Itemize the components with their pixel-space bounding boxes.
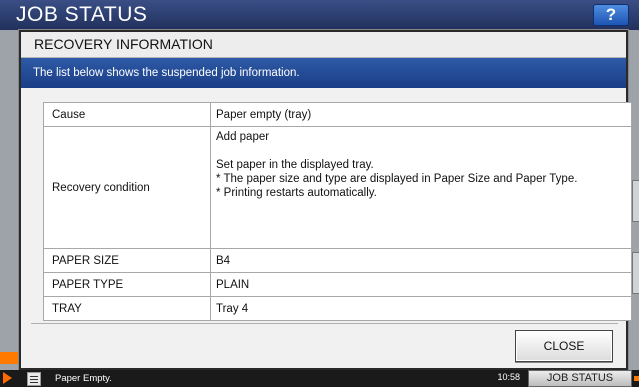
paper-size-value: B4	[210, 248, 632, 273]
side-scroll-tab-down[interactable]	[632, 252, 639, 294]
recovery-info-table: Cause Paper empty (tray) Recovery condit…	[43, 102, 632, 321]
recovery-line-note-restart: * Printing restarts automatically.	[216, 187, 377, 199]
close-button[interactable]: CLOSE	[515, 330, 613, 362]
status-bar: Paper Empty. 10:58 JOB STATUS	[0, 370, 639, 387]
paper-size-label: PAPER SIZE	[43, 248, 211, 273]
screen-title: JOB STATUS	[16, 3, 148, 26]
recovery-line-set-paper: Set paper in the displayed tray.	[216, 159, 374, 171]
tray-label: TRAY	[43, 296, 211, 321]
play-arrow-icon	[3, 372, 12, 384]
cause-value: Paper empty (tray)	[210, 102, 632, 127]
paper-type-value: PLAIN	[210, 272, 632, 297]
status-indicator-dot	[634, 376, 639, 381]
dialog-divider	[31, 323, 618, 324]
paper-type-label: PAPER TYPE	[43, 272, 211, 297]
side-scroll-tab-up[interactable]	[632, 180, 639, 222]
screen-header: JOB STATUS ?	[0, 0, 639, 30]
status-message: Paper Empty.	[55, 373, 112, 384]
dialog-title: RECOVERY INFORMATION	[21, 32, 626, 58]
status-time: 10:58	[497, 372, 520, 382]
table-row-cause: Cause Paper empty (tray)	[43, 102, 632, 127]
recovery-line-add-paper: Add paper	[216, 131, 270, 143]
recovery-condition-label: Recovery condition	[43, 126, 211, 249]
table-row-recovery-condition: Recovery condition Add paper Set paper i…	[43, 126, 632, 249]
table-row-paper-type: PAPER TYPE PLAIN	[43, 272, 632, 297]
table-row-paper-size: PAPER SIZE B4	[43, 248, 632, 273]
recovery-condition-value: Add paper Set paper in the displayed tra…	[210, 126, 632, 249]
status-indicator-strip	[0, 352, 18, 364]
table-row-tray: TRAY Tray 4	[43, 296, 632, 321]
recovery-information-dialog: RECOVERY INFORMATION The list below show…	[19, 30, 632, 370]
recovery-line-note-size-type: * The paper size and type are displayed …	[216, 173, 578, 185]
cause-label: Cause	[43, 102, 211, 127]
dialog-info-banner: The list below shows the suspended job i…	[21, 58, 626, 88]
help-button[interactable]: ?	[593, 4, 629, 26]
tray-value: Tray 4	[210, 296, 632, 321]
message-list-icon[interactable]	[27, 372, 41, 386]
job-status-button[interactable]: JOB STATUS	[528, 370, 632, 387]
